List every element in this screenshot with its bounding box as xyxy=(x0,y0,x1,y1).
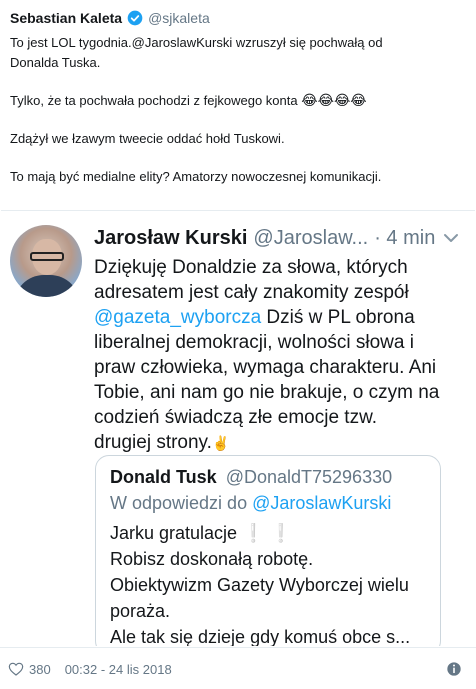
chevron-down-icon xyxy=(444,234,458,242)
embedded-tweet-screenshot[interactable]: Jarosław Kurski @Jaroslaw... · 4 min Dzi… xyxy=(1,210,475,646)
victory-hand-emoji: ✌️ xyxy=(211,436,230,452)
screenshot-line-text: drugiej strony. xyxy=(94,432,212,453)
screenshot-line: Dziękuję Donaldzie za słowa, których xyxy=(94,257,408,278)
like-count[interactable]: 380 xyxy=(29,662,51,677)
screenshot-line: codzień świadczą złe emocje tzw. xyxy=(94,407,378,428)
info-icon[interactable] xyxy=(446,661,462,677)
author-name[interactable]: Sebastian Kaleta xyxy=(10,10,122,26)
screenshot-author-name: Jarosław Kurski xyxy=(94,226,248,249)
tweet-line: To mają być medialne elity? Amatorzy now… xyxy=(10,169,382,184)
screenshot-line-text: Dziś w PL obrona xyxy=(261,307,415,328)
quoted-author-handle: @DonaldT75296330 xyxy=(225,467,393,487)
quoted-line: Jarku gratulacje ❕ ❕ xyxy=(110,520,426,546)
screenshot-line: @gazeta_wyborcza Dziś w PL obrona xyxy=(94,305,466,330)
quoted-line: Obiektywizm Gazety Wyborczej wielu xyxy=(110,575,409,595)
screenshot-mention: @gazeta_wyborcza xyxy=(94,307,262,328)
tweet-line-text: Tylko, że ta pochwała pochodzi z fejkowe… xyxy=(10,93,302,108)
screenshot-line: Tobie, ani nam go nie brakuje, o czym na xyxy=(94,382,440,403)
exclamation-emoji-group: ❕ ❕ xyxy=(237,523,292,543)
quoted-tweet-text: Jarku gratulacje ❕ ❕ Robisz doskonałą ro… xyxy=(110,520,426,646)
tweet-timestamp[interactable]: 00:32 - 24 lis 2018 xyxy=(65,662,172,677)
reply-mention: @JaroslawKurski xyxy=(252,493,392,513)
tweet-text: To jest LOL tygodnia.@JaroslawKurski wzr… xyxy=(10,33,456,187)
quoted-line: Ale tak się dzieje gdy komuś obce s... xyxy=(110,627,411,646)
quoted-reply-to: W odpowiedzi do @JaroslawKurski xyxy=(110,490,426,516)
screenshot-line: praw człowieka, wymaga charakteru. Ani xyxy=(94,357,437,378)
author-handle[interactable]: @sjkaleta xyxy=(148,10,210,26)
laughing-emoji-group: 😂😂😂😂 xyxy=(301,93,367,109)
quoted-line: Robisz doskonałą robotę. xyxy=(110,549,314,569)
tweet-header: Sebastian Kaleta @sjkaleta xyxy=(10,8,466,28)
quoted-author-name: Donald Tusk xyxy=(110,467,217,487)
screenshot-line: drugiej strony.✌️ xyxy=(94,430,466,457)
footer-divider xyxy=(0,647,476,648)
tweet-line: Tylko, że ta pochwała pochodzi z fejkowe… xyxy=(10,91,456,111)
quoted-line-text: Jarku gratulacje xyxy=(110,523,238,543)
screenshot-line: liberalnej demokracji, wolności słowa i xyxy=(94,332,414,353)
screenshot-tweet-text: Dziękuję Donaldzie za słowa, których adr… xyxy=(94,255,466,457)
tweet-footer: 380 00:32 - 24 lis 2018 xyxy=(0,654,476,684)
tweet-line: Zdążył we łzawym tweecie oddać hołd Tusk… xyxy=(10,131,285,146)
screenshot-tweet-header: Jarosław Kurski @Jaroslaw... · 4 min xyxy=(94,223,466,253)
heart-icon[interactable] xyxy=(8,661,24,677)
screenshot-author-handle: @Jaroslaw... xyxy=(253,226,369,249)
verified-badge-icon xyxy=(127,10,143,26)
avatar-photo xyxy=(10,225,82,297)
reply-prefix: W odpowiedzi do xyxy=(110,493,253,513)
tweet-line: To jest LOL tygodnia.@JaroslawKurski wzr… xyxy=(10,35,383,50)
screenshot-time: · 4 min xyxy=(374,226,436,249)
quoted-tweet-header: Donald Tusk @DonaldT75296330 xyxy=(110,464,426,490)
screenshot-line: adresatem jest cały znakomity zespół xyxy=(94,282,409,303)
tweet-line: Donalda Tuska. xyxy=(10,55,101,70)
quoted-line: poraża. xyxy=(110,601,171,621)
quoted-tweet-card: Donald Tusk @DonaldT75296330 W odpowiedz… xyxy=(95,455,441,646)
